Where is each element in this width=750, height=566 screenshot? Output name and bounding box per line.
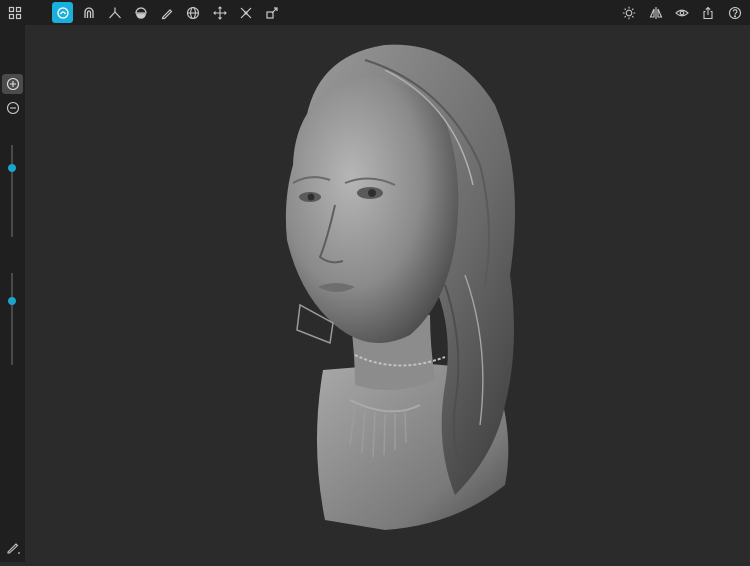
share-icon[interactable] bbox=[697, 2, 718, 23]
left-sidebar bbox=[0, 25, 25, 562]
pen-button[interactable] bbox=[4, 538, 22, 556]
mirror-icon[interactable] bbox=[645, 2, 666, 23]
eye-icon[interactable] bbox=[671, 2, 692, 23]
plus-circle-icon bbox=[6, 77, 19, 91]
help-icon[interactable] bbox=[724, 2, 745, 23]
pencil-icon[interactable] bbox=[156, 2, 177, 23]
sculpt-viewport[interactable] bbox=[25, 25, 750, 562]
intensity-slider-knob[interactable] bbox=[8, 296, 16, 305]
intensity-slider[interactable] bbox=[11, 273, 13, 365]
sun-icon[interactable] bbox=[618, 2, 639, 23]
magnet-icon[interactable] bbox=[78, 2, 99, 23]
globe-icon[interactable] bbox=[182, 2, 203, 23]
grid-menu-icon[interactable] bbox=[4, 2, 25, 23]
top-toolbar bbox=[0, 0, 750, 25]
pen-icon bbox=[7, 543, 20, 554]
transform-icon[interactable] bbox=[261, 2, 282, 23]
zoom-out-button[interactable] bbox=[2, 98, 23, 118]
minus-circle-icon bbox=[6, 101, 19, 115]
sculpt-brush-icon[interactable] bbox=[52, 2, 73, 23]
radius-slider-knob[interactable] bbox=[8, 164, 16, 172]
zoom-in-button[interactable] bbox=[2, 74, 23, 94]
crease-icon[interactable] bbox=[104, 2, 125, 23]
sculpted-bust-model[interactable] bbox=[25, 25, 750, 562]
symmetry-icon[interactable] bbox=[235, 2, 256, 23]
radius-slider[interactable] bbox=[11, 145, 13, 237]
flatten-icon[interactable] bbox=[130, 2, 151, 23]
move-icon[interactable] bbox=[209, 2, 230, 23]
